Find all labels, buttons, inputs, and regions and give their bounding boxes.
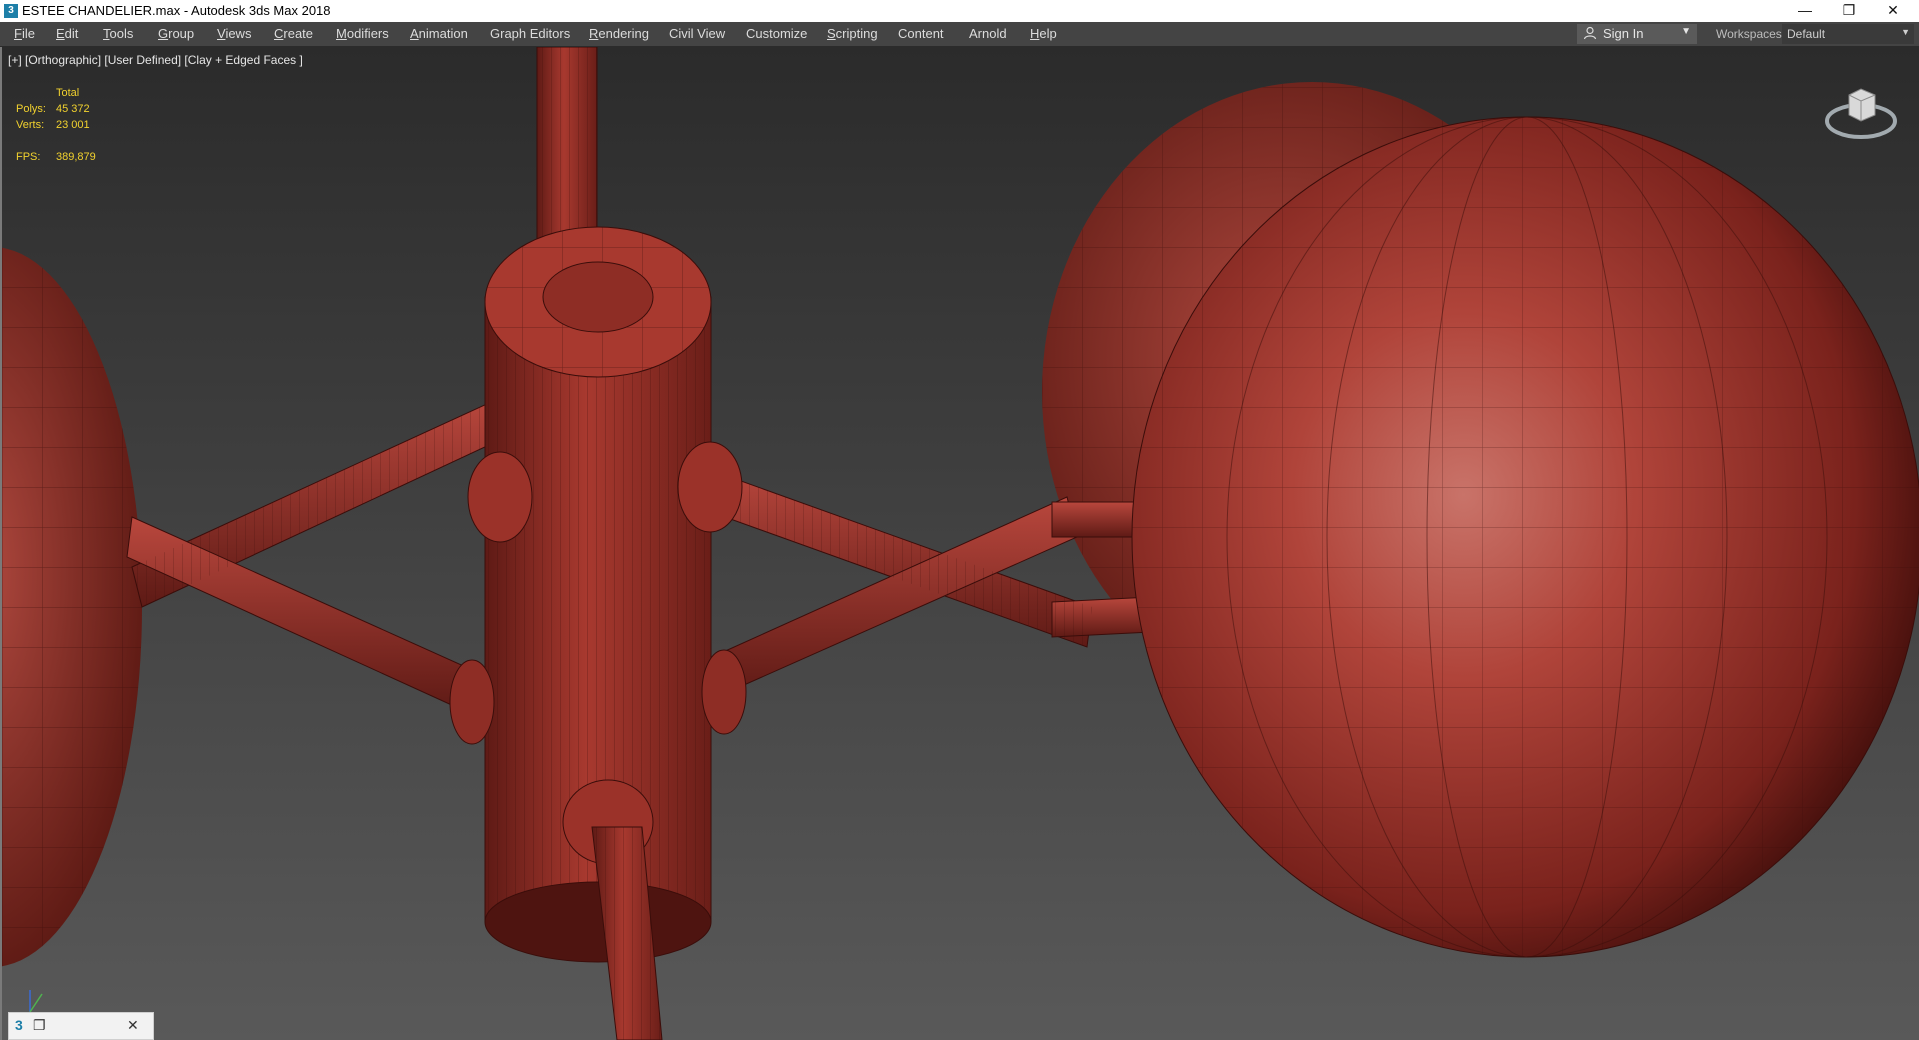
close-icon[interactable]: ✕ <box>127 1017 139 1034</box>
chevron-down-icon: ▼ <box>1901 27 1910 37</box>
polys-value: 45 372 <box>56 103 90 115</box>
menu-edit[interactable]: Edit <box>56 26 78 41</box>
app-icon[interactable]: 3 <box>4 4 18 18</box>
menu-create[interactable]: Create <box>274 26 313 41</box>
menu-content[interactable]: Content <box>898 26 944 41</box>
verts-value: 23 001 <box>56 119 90 131</box>
menu-animation[interactable]: Animation <box>410 26 468 41</box>
verts-label: Verts: <box>16 119 45 131</box>
menu-file[interactable]: File <box>14 26 35 41</box>
minimize-button[interactable]: — <box>1782 0 1828 22</box>
chevron-down-icon: ▼ <box>1681 26 1691 37</box>
menu-customize[interactable]: Customize <box>746 26 807 41</box>
fps-value: 389,879 <box>56 151 96 163</box>
menu-tools[interactable]: Tools <box>103 26 133 41</box>
maximize-button[interactable]: ❐ <box>1826 0 1872 22</box>
menu-help[interactable]: Help <box>1030 26 1057 41</box>
front-sphere <box>1131 116 1919 958</box>
menu-rendering[interactable]: Rendering <box>589 26 649 41</box>
title-bar: 3 ESTEE CHANDELIER.max - Autodesk 3ds Ma… <box>0 0 1919 22</box>
workspaces-label: Workspaces: <box>1716 27 1786 41</box>
restore-icon[interactable]: ❐ <box>33 1017 46 1034</box>
user-icon <box>1583 26 1597 40</box>
menu-arnold[interactable]: Arnold <box>969 26 1007 41</box>
menu-modifiers[interactable]: Modifiers <box>336 26 389 41</box>
viewport[interactable]: [+] [Orthographic] [User Defined] [Clay … <box>0 47 1919 1040</box>
menu-group[interactable]: Group <box>158 26 194 41</box>
fps-label: FPS: <box>16 151 41 163</box>
viewcube-icon[interactable] <box>1823 75 1899 151</box>
menu-civil-view[interactable]: Civil View <box>669 26 725 41</box>
workspace-value: Default <box>1787 27 1826 41</box>
app-icon: 3 <box>15 1017 23 1033</box>
workspaces-select[interactable]: Default ▼ <box>1782 24 1914 44</box>
close-button[interactable]: ✕ <box>1870 0 1916 22</box>
viewport-label[interactable]: [+] [Orthographic] [User Defined] [Clay … <box>8 53 303 67</box>
sign-in-dropdown[interactable]: Sign In ▼ <box>1577 24 1697 44</box>
window-title: ESTEE CHANDELIER.max - Autodesk 3ds Max … <box>22 3 331 18</box>
taskbar-thumbnail[interactable]: 3 ❐ ✕ <box>8 1012 154 1040</box>
stats-total-label: Total <box>56 87 80 99</box>
menu-scripting[interactable]: Scripting <box>827 26 878 41</box>
scene-render <box>2 47 1919 1040</box>
polys-label: Polys: <box>16 103 46 115</box>
sign-in-label: Sign In <box>1603 26 1644 41</box>
menu-views[interactable]: Views <box>217 26 251 41</box>
menu-graph-editors[interactable]: Graph Editors <box>490 26 570 41</box>
